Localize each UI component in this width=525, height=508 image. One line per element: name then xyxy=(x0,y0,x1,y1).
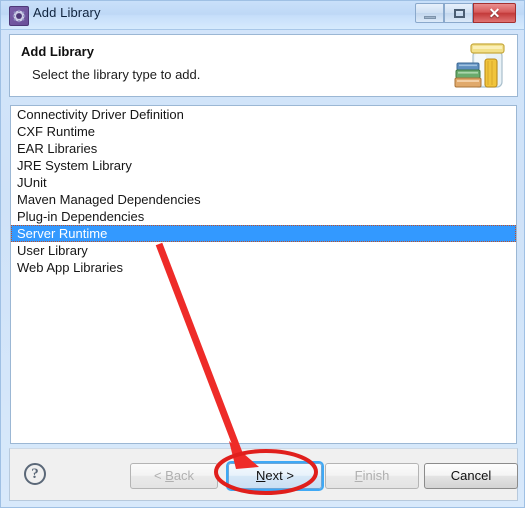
page-subtitle: Select the library type to add. xyxy=(32,67,201,82)
cancel-button[interactable]: Cancel xyxy=(424,463,518,489)
page-title: Add Library xyxy=(21,44,94,59)
window-title: Add Library xyxy=(33,5,101,20)
list-item[interactable]: JUnit xyxy=(11,174,516,191)
help-icon[interactable]: ? xyxy=(24,463,46,485)
maximize-icon xyxy=(454,9,465,18)
back-button-mnemonic: B xyxy=(165,468,174,483)
list-item[interactable]: Connectivity Driver Definition xyxy=(11,106,516,123)
wizard-header: Add Library Select the library type to a… xyxy=(9,34,518,97)
list-item[interactable]: User Library xyxy=(11,242,516,259)
gear-icon xyxy=(9,6,29,26)
list-item-selected[interactable]: Server Runtime xyxy=(11,225,516,242)
maximize-button[interactable] xyxy=(444,3,473,23)
list-item[interactable]: JRE System Library xyxy=(11,157,516,174)
library-type-list[interactable]: Connectivity Driver Definition CXF Runti… xyxy=(10,105,517,444)
next-button[interactable]: Next > xyxy=(228,463,322,489)
library-jar-icon xyxy=(447,37,511,95)
back-button[interactable]: < Back xyxy=(130,463,218,489)
finish-button-mnemonic: F xyxy=(354,468,363,483)
dialog-button-bar: ? < Back Next > Finish Cancel https://bl… xyxy=(9,448,518,501)
list-item[interactable]: Web App Libraries xyxy=(11,259,516,276)
list-item[interactable]: CXF Runtime xyxy=(11,123,516,140)
list-item[interactable]: Plug-in Dependencies xyxy=(11,208,516,225)
add-library-dialog: Add Library ✕ Add Library Select the lib… xyxy=(0,0,525,508)
list-item[interactable]: EAR Libraries xyxy=(11,140,516,157)
list-item[interactable]: Maven Managed Dependencies xyxy=(11,191,516,208)
close-icon: ✕ xyxy=(488,5,501,21)
title-bar: Add Library ✕ xyxy=(1,1,524,30)
minimize-button[interactable] xyxy=(415,3,444,23)
next-button-mnemonic: N xyxy=(256,468,266,483)
minimize-icon xyxy=(424,16,436,19)
gear-icon-svg xyxy=(12,9,26,23)
close-button[interactable]: ✕ xyxy=(473,3,516,23)
finish-button[interactable]: Finish xyxy=(325,463,419,489)
library-jar-icon-svg xyxy=(454,43,505,88)
